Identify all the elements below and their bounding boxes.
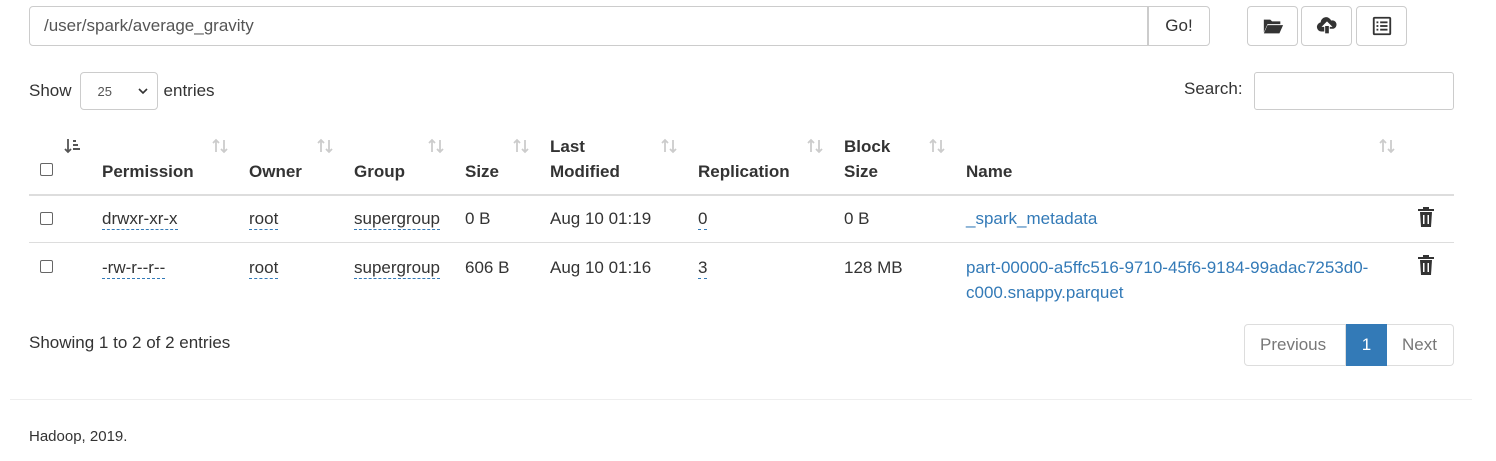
chevron-down-icon xyxy=(137,88,148,95)
row-block-size: 0 B xyxy=(844,209,870,228)
header-block-size-line2: Size xyxy=(844,162,879,181)
row-owner[interactable]: root xyxy=(249,258,279,279)
sort-icon[interactable] xyxy=(806,137,824,155)
trash-icon[interactable] xyxy=(1417,207,1435,227)
entries-label: entries xyxy=(163,81,215,100)
list-button[interactable] xyxy=(1356,6,1407,46)
next-button[interactable]: Next xyxy=(1387,324,1454,366)
row-size: 0 B xyxy=(465,209,491,228)
row-group[interactable]: supergroup xyxy=(354,258,441,279)
create-directory-button[interactable] xyxy=(1247,6,1298,46)
length-control: Show 25 entries xyxy=(29,72,215,110)
row-last-modified: Aug 10 01:16 xyxy=(550,258,652,277)
trash-icon[interactable] xyxy=(1417,255,1435,275)
row-last-modified: Aug 10 01:19 xyxy=(550,209,652,228)
folder-open-icon xyxy=(1263,19,1283,34)
sort-asc-icon[interactable] xyxy=(64,137,82,155)
header-block-size-line1: Block xyxy=(844,137,891,156)
row-name-link[interactable]: _spark_metadata xyxy=(966,206,1097,231)
sort-icon[interactable] xyxy=(928,137,946,155)
row-name-link[interactable]: part-00000-a5ffc516-9710-45f6-9184-99ada… xyxy=(966,255,1368,305)
header-block-size[interactable]: Block Size xyxy=(844,134,890,184)
header-name[interactable]: Name xyxy=(966,159,1012,184)
path-input[interactable]: /user/spark/average_gravity xyxy=(29,6,1148,46)
row-owner[interactable]: root xyxy=(249,209,279,230)
entries-select[interactable]: 25 xyxy=(79,72,158,110)
row-permission[interactable]: drwxr-xr-x xyxy=(102,209,178,230)
footer-text: Hadoop, 2019. xyxy=(29,428,128,445)
row-replication[interactable]: 0 xyxy=(698,209,708,230)
row-checkbox[interactable] xyxy=(40,212,53,225)
header-group[interactable]: Group xyxy=(354,159,405,184)
row-replication[interactable]: 3 xyxy=(698,258,708,279)
header-last-modified-line2: Modified xyxy=(550,162,620,181)
sort-icon[interactable] xyxy=(1378,137,1396,155)
header-replication[interactable]: Replication xyxy=(698,159,790,184)
header-owner[interactable]: Owner xyxy=(249,159,302,184)
row-permission[interactable]: -rw-r--r-- xyxy=(102,258,166,279)
previous-button[interactable]: Previous xyxy=(1244,324,1346,366)
row-group[interactable]: supergroup xyxy=(354,209,441,230)
header-divider xyxy=(29,194,1454,196)
header-last-modified-line1: Last xyxy=(550,137,585,156)
sort-icon[interactable] xyxy=(427,137,445,155)
header-last-modified[interactable]: Last Modified xyxy=(550,134,620,184)
select-all-checkbox[interactable] xyxy=(40,163,53,176)
entries-select-value: 25 xyxy=(97,83,112,99)
footer-divider xyxy=(10,399,1472,400)
row-size: 606 B xyxy=(465,258,510,277)
header-permission[interactable]: Permission xyxy=(102,159,194,184)
sort-icon[interactable] xyxy=(512,137,530,155)
pagination: Previous 1 Next xyxy=(1244,324,1454,366)
sort-icon[interactable] xyxy=(660,137,678,155)
row-name-line1[interactable]: part-00000-a5ffc516-9710-45f6-9184-99ada… xyxy=(966,255,1368,280)
search-input[interactable] xyxy=(1254,72,1454,110)
list-alt-icon xyxy=(1372,16,1391,36)
sort-icon[interactable] xyxy=(316,137,334,155)
show-label: Show xyxy=(29,81,72,100)
row-block-size: 128 MB xyxy=(844,258,903,277)
row-checkbox[interactable] xyxy=(40,260,53,273)
search-label: Search: xyxy=(1184,79,1243,98)
row-divider xyxy=(29,242,1454,243)
go-button[interactable]: Go! xyxy=(1148,6,1210,46)
sort-icon[interactable] xyxy=(211,137,229,155)
cloud-upload-icon xyxy=(1316,17,1337,34)
table-info: Showing 1 to 2 of 2 entries xyxy=(29,333,231,352)
row-name-line2[interactable]: c000.snappy.parquet xyxy=(966,280,1368,305)
header-size[interactable]: Size xyxy=(465,159,499,184)
upload-button[interactable] xyxy=(1301,6,1352,46)
page-1-button[interactable]: 1 xyxy=(1346,324,1387,366)
